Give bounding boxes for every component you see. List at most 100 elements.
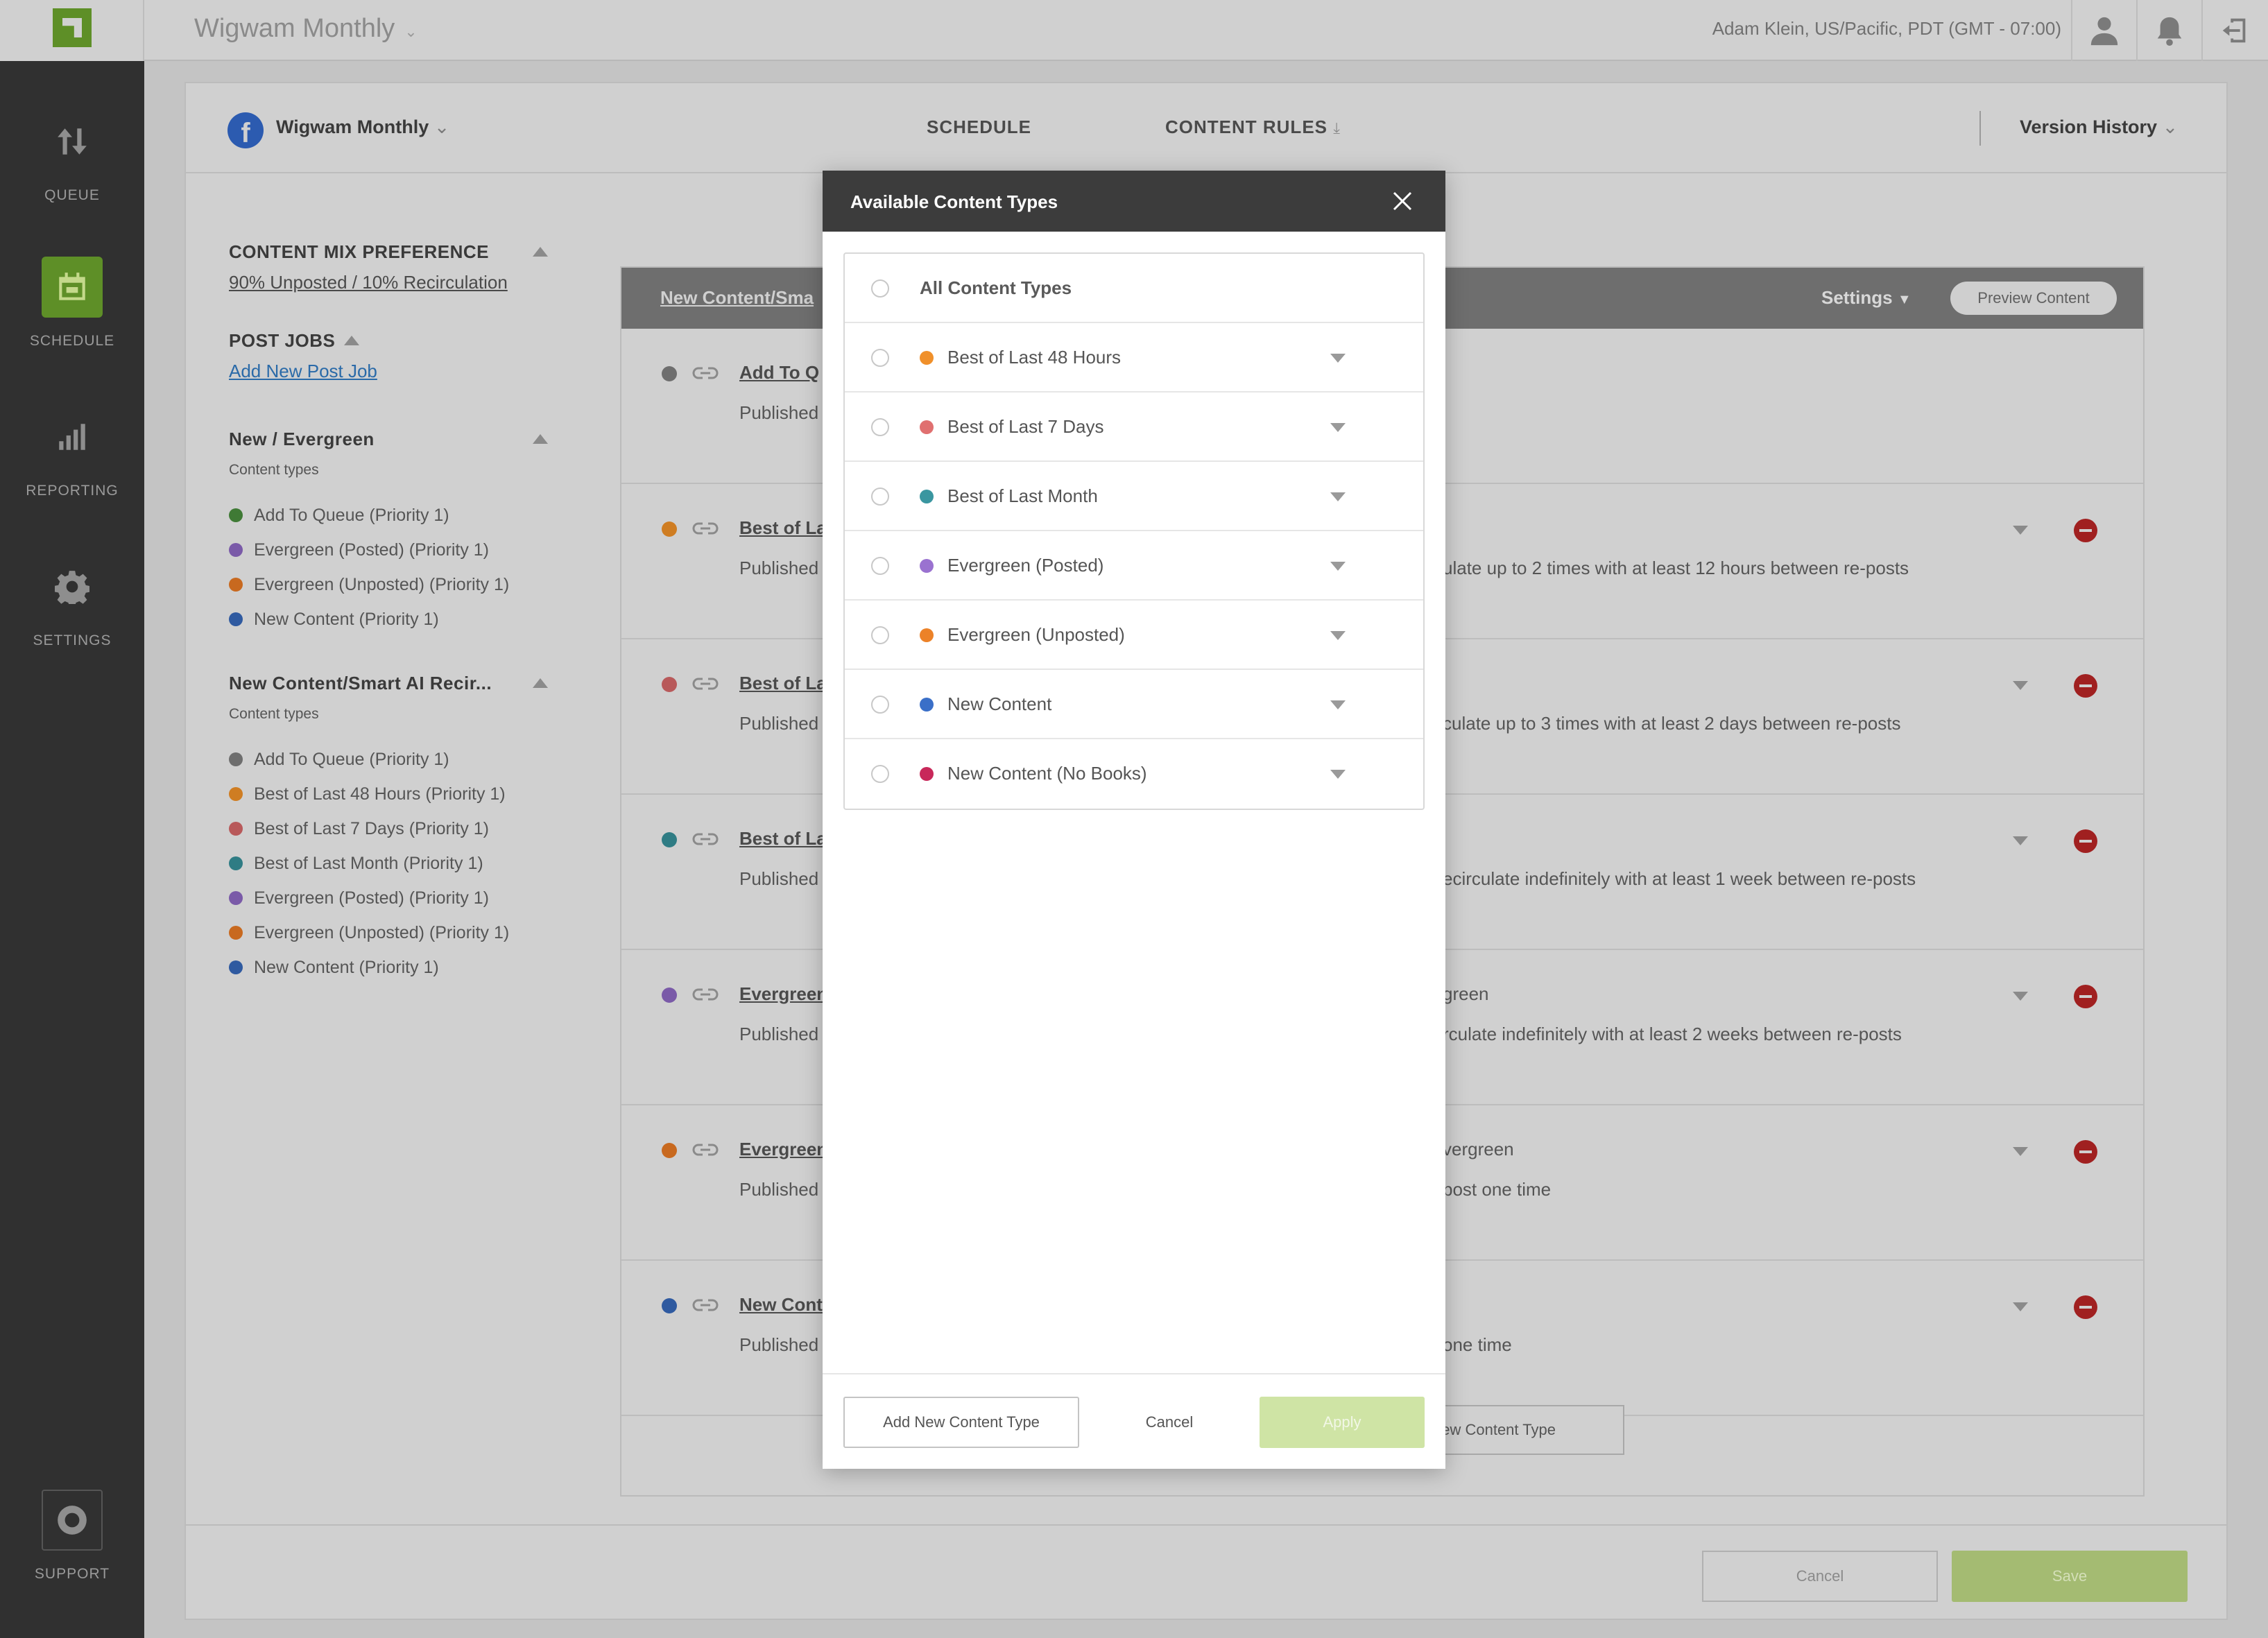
sidebar-label-queue: QUEUE <box>44 187 100 203</box>
link-icon[interactable] <box>691 1293 720 1318</box>
collapse-icon[interactable] <box>533 434 548 444</box>
save-button[interactable]: Save <box>1952 1551 2188 1602</box>
apply-button[interactable]: Apply <box>1260 1397 1425 1448</box>
caret-down-icon[interactable] <box>2013 836 2028 845</box>
radio-button[interactable] <box>871 418 889 436</box>
content-type-item: Evergreen (Unposted) (Priority 1) <box>229 567 509 602</box>
bell-icon[interactable] <box>2136 0 2201 61</box>
list-item[interactable]: New Content <box>845 670 1423 739</box>
list-item[interactable]: Evergreen (Posted) <box>845 531 1423 601</box>
sidebar-item-schedule[interactable]: SCHEDULE <box>0 257 144 350</box>
content-type-label: New Content (No Books) <box>947 763 1147 784</box>
link-icon[interactable] <box>691 361 720 386</box>
caret-down-icon[interactable] <box>1330 562 1346 571</box>
collapse-icon[interactable] <box>533 247 548 257</box>
row-recirculation-rule: culate up to 3 times with at least 2 day… <box>1443 713 1901 734</box>
color-dot <box>229 960 243 974</box>
add-post-job-link[interactable]: Add New Post Job <box>229 361 377 382</box>
row-title[interactable]: Evergreen <box>739 983 827 1005</box>
sidebar-item-support[interactable]: SUPPORT <box>0 1490 144 1583</box>
list-item[interactable]: Best of Last Month <box>845 462 1423 531</box>
caret-down-icon[interactable] <box>1330 631 1346 640</box>
radio-button[interactable] <box>871 765 889 783</box>
row-title[interactable]: Best of La <box>739 828 827 850</box>
group-list: Add To Queue (Priority 1) Best of Last 48… <box>229 742 509 985</box>
list-item-all[interactable]: All Content Types <box>845 254 1423 323</box>
content-type-label: Best of Last Month <box>947 485 1098 506</box>
modal-title: Available Content Types <box>850 191 1058 212</box>
caret-down-icon[interactable] <box>1330 770 1346 779</box>
content-type-item: New Content (Priority 1) <box>229 950 509 985</box>
radio-button[interactable] <box>871 279 889 298</box>
radio-button[interactable] <box>871 626 889 644</box>
sidebar-label-schedule: SCHEDULE <box>29 333 115 349</box>
sidebar-item-reporting[interactable]: REPORTING <box>0 406 144 499</box>
page-selector[interactable]: Wigwam Monthly ⌄ <box>276 117 449 138</box>
caret-down-icon[interactable] <box>1330 700 1346 709</box>
color-dot <box>229 508 243 522</box>
radio-button[interactable] <box>871 349 889 367</box>
row-published: Published <box>739 402 819 423</box>
cancel-button[interactable]: Cancel <box>1702 1551 1938 1602</box>
modal-header: Available Content Types <box>823 171 1445 232</box>
sidebar-item-queue[interactable]: QUEUE <box>0 111 144 204</box>
lifebuoy-icon <box>42 1490 103 1551</box>
app-switcher[interactable]: Wigwam Monthly ⌄ <box>194 14 418 44</box>
user-icon[interactable] <box>2071 0 2136 61</box>
caret-down-icon[interactable] <box>2013 526 2028 535</box>
tab-schedule[interactable]: SCHEDULE <box>927 117 1031 138</box>
row-title[interactable]: New Cont <box>739 1294 823 1316</box>
row-title[interactable]: Best of La <box>739 517 827 539</box>
tab-content-rules[interactable]: CONTENT RULES ⤓ <box>1165 117 1341 138</box>
content-mix-link[interactable]: 90% Unposted / 10% Recirculation <box>229 272 508 293</box>
caret-down-icon[interactable] <box>1330 492 1346 501</box>
link-icon[interactable] <box>691 827 720 852</box>
remove-icon[interactable] <box>2074 829 2097 853</box>
caret-down-icon[interactable] <box>2013 992 2028 1001</box>
remove-icon[interactable] <box>2074 674 2097 698</box>
collapse-icon[interactable] <box>344 336 359 345</box>
caret-down-icon[interactable] <box>1330 423 1346 432</box>
radio-button[interactable] <box>871 488 889 506</box>
link-icon[interactable] <box>691 1137 720 1162</box>
row-published: Published <box>739 558 819 578</box>
radio-button[interactable] <box>871 557 889 575</box>
row-recirculation-rule: ecirculate indefinitely with at least 1 … <box>1443 868 1916 889</box>
app-logo[interactable] <box>0 0 144 61</box>
remove-icon[interactable] <box>2074 519 2097 542</box>
close-icon[interactable] <box>1389 187 1416 215</box>
remove-icon[interactable] <box>2074 1140 2097 1164</box>
add-new-content-type-button[interactable]: Add New Content Type <box>843 1397 1079 1448</box>
remove-icon[interactable] <box>2074 985 2097 1008</box>
color-dot <box>229 612 243 626</box>
link-icon[interactable] <box>691 516 720 541</box>
modal-cancel-button[interactable]: Cancel <box>1114 1397 1225 1448</box>
row-title[interactable]: Evergreen <box>739 1139 827 1160</box>
row-title[interactable]: Best of La <box>739 673 827 694</box>
content-type-label: Best of Last 7 Days <box>947 416 1104 437</box>
logout-icon[interactable] <box>2201 0 2267 61</box>
link-icon[interactable] <box>691 671 720 696</box>
caret-down-icon[interactable] <box>2013 681 2028 690</box>
post-job-title[interactable]: New Content/Sma <box>660 287 814 309</box>
list-item[interactable]: Best of Last 48 Hours <box>845 323 1423 393</box>
download-icon[interactable]: ⤓ <box>1333 119 1341 137</box>
link-icon[interactable] <box>691 982 720 1007</box>
list-item[interactable]: New Content (No Books) <box>845 739 1423 809</box>
list-item[interactable]: Best of Last 7 Days <box>845 393 1423 462</box>
preview-content-button[interactable]: Preview Content <box>1950 282 2117 315</box>
sidebar-label-reporting: REPORTING <box>26 483 119 499</box>
remove-icon[interactable] <box>2074 1295 2097 1319</box>
chevron-down-icon: ⌄ <box>404 23 418 40</box>
caret-down-icon[interactable] <box>2013 1147 2028 1156</box>
version-history-dropdown[interactable]: Version History ⌄ <box>2020 117 2178 138</box>
caret-down-icon[interactable] <box>2013 1302 2028 1311</box>
settings-dropdown[interactable]: Settings ▼ <box>1821 287 1912 309</box>
row-title[interactable]: Add To Q <box>739 362 819 383</box>
collapse-icon[interactable] <box>533 678 548 688</box>
caret-down-icon[interactable] <box>1330 354 1346 363</box>
sidebar-item-settings[interactable]: SETTINGS <box>0 556 144 649</box>
radio-button[interactable] <box>871 696 889 714</box>
list-item[interactable]: Evergreen (Unposted) <box>845 601 1423 670</box>
row-recirculation-rule: ulate up to 2 times with at least 12 hou… <box>1443 558 1909 578</box>
